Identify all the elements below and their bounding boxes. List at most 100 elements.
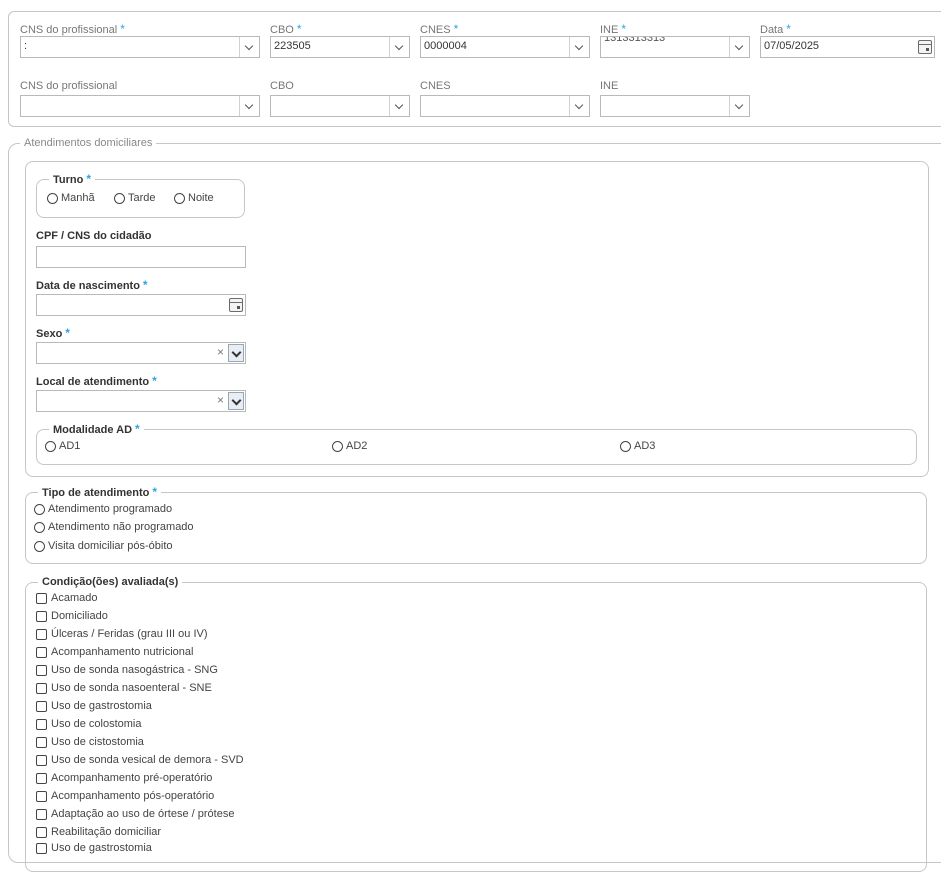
data-label: Data * — [760, 22, 791, 36]
cnes-select[interactable]: 0000004 — [420, 36, 590, 58]
condicao-reabilitacao-checkbox[interactable]: Reabilitação domiciliar — [36, 826, 161, 838]
condicao-ortese-checkbox[interactable]: Adaptação ao uso de órtese / prótese — [36, 808, 234, 820]
chevron-down-icon[interactable] — [569, 37, 589, 57]
radio-circle-icon — [34, 540, 45, 552]
checkbox-icon — [36, 808, 47, 820]
radio-label: Visita domiciliar pós-óbito — [48, 540, 173, 552]
tipo-programado-radio[interactable]: Atendimento programado — [34, 503, 172, 515]
cbo-label: CBO * — [270, 22, 302, 36]
tipo-pos-obito-radio[interactable]: Visita domiciliar pós-óbito — [34, 540, 173, 552]
condicao-cistostomia-checkbox[interactable]: Uso de cistostomia — [36, 736, 144, 748]
sexo-label: Sexo * — [36, 326, 70, 340]
calendar-icon[interactable] — [918, 40, 932, 54]
checkbox-icon — [36, 682, 47, 694]
condicao-acamado-checkbox[interactable]: Acamado — [36, 592, 97, 604]
radio-circle-icon — [332, 440, 343, 452]
tipo-atendimento-legend: Tipo de atendimento * — [38, 485, 162, 499]
checkbox-label: Úlceras / Feridas (grau III ou IV) — [51, 628, 208, 640]
chevron-down-icon[interactable] — [729, 96, 749, 116]
sexo-select[interactable]: × — [36, 342, 246, 364]
radio-circle-icon — [174, 192, 185, 204]
radio-circle-icon — [114, 192, 125, 204]
turno-manha-radio[interactable]: Manhã — [47, 192, 95, 204]
checkbox-icon — [36, 610, 47, 622]
condicao-colostomia-checkbox[interactable]: Uso de colostomia — [36, 718, 142, 730]
radio-label: Manhã — [61, 192, 95, 204]
checkbox-label: Uso de sonda nasogástrica - SNG — [51, 664, 218, 676]
checkbox-icon — [36, 772, 47, 784]
radio-label: Tarde — [128, 192, 156, 204]
condicao-gastrostomia-checkbox[interactable]: Uso de gastrostomia — [36, 700, 152, 712]
nascimento-input[interactable] — [36, 294, 246, 316]
chevron-down-icon[interactable] — [239, 96, 259, 116]
condicao-gastrostomia-2-checkbox[interactable]: Uso de gastrostomia — [36, 842, 152, 854]
modalidade-ad3-radio[interactable]: AD3 — [620, 440, 655, 452]
data-value: 07/05/2025 — [764, 40, 820, 52]
checkbox-label: Uso de cistostomia — [51, 736, 144, 748]
checkbox-icon — [36, 646, 47, 658]
condicao-nutricional-checkbox[interactable]: Acompanhamento nutricional — [36, 646, 193, 658]
chevron-down-icon[interactable] — [729, 37, 749, 57]
condicao-pre-operatorio-checkbox[interactable]: Acompanhamento pré-operatório — [36, 772, 212, 784]
ine-value: 1313313313 — [604, 36, 666, 44]
cnes-value: 0000004 — [424, 40, 467, 52]
condicao-sne-checkbox[interactable]: Uso de sonda nasoenteral - SNE — [36, 682, 212, 694]
checkbox-label: Acompanhamento pós-operatório — [51, 790, 215, 802]
checkbox-icon — [36, 700, 47, 712]
cns-select-2[interactable] — [20, 95, 260, 117]
local-select[interactable]: × — [36, 390, 246, 412]
checkbox-label: Reabilitação domiciliar — [51, 826, 162, 838]
chevron-down-icon[interactable] — [228, 392, 244, 410]
chevron-down-icon[interactable] — [389, 96, 409, 116]
clear-icon[interactable]: × — [217, 345, 224, 359]
turno-tarde-radio[interactable]: Tarde — [114, 192, 156, 204]
checkbox-icon — [36, 664, 47, 676]
local-label: Local de atendimento * — [36, 374, 157, 388]
cns-label-2: CNS do profissional — [20, 80, 118, 92]
modalidade-legend: Modalidade AD * — [49, 422, 144, 436]
data-input[interactable]: 07/05/2025 — [760, 36, 935, 58]
cns-label: CNS do profissional * — [20, 22, 125, 36]
condicao-svd-checkbox[interactable]: Uso de sonda vesical de demora - SVD — [36, 754, 244, 766]
calendar-icon[interactable] — [229, 298, 243, 312]
checkbox-label: Acompanhamento nutricional — [51, 646, 194, 658]
condicao-domiciliado-checkbox[interactable]: Domiciliado — [36, 610, 108, 622]
turno-noite-radio[interactable]: Noite — [174, 192, 214, 204]
checkbox-icon — [36, 826, 47, 838]
condicao-pos-operatorio-checkbox[interactable]: Acompanhamento pós-operatório — [36, 790, 214, 802]
modalidade-ad1-radio[interactable]: AD1 — [45, 440, 80, 452]
cpf-input[interactable] — [36, 246, 246, 268]
turno-legend: Turno * — [49, 172, 96, 186]
chevron-down-icon[interactable] — [569, 96, 589, 116]
nascimento-label: Data de nascimento * — [36, 278, 148, 292]
checkbox-label: Uso de sonda vesical de demora - SVD — [51, 754, 244, 766]
checkbox-label: Acamado — [51, 592, 98, 604]
chevron-down-icon[interactable] — [228, 344, 244, 362]
cns-select[interactable]: : — [20, 36, 260, 58]
radio-label: Atendimento não programado — [48, 521, 194, 533]
checkbox-icon — [36, 592, 47, 604]
checkbox-label: Acompanhamento pré-operatório — [51, 772, 213, 784]
radio-circle-icon — [47, 192, 58, 204]
checkbox-label: Uso de gastrostomia — [51, 842, 152, 854]
ine-select-2[interactable] — [600, 95, 750, 117]
checkbox-icon — [36, 790, 47, 802]
chevron-down-icon[interactable] — [239, 37, 259, 57]
cnes-label: CNES * — [420, 22, 459, 36]
tipo-nao-programado-radio[interactable]: Atendimento não programado — [34, 521, 194, 533]
ine-select[interactable]: 1313313313 — [600, 36, 750, 58]
clear-icon[interactable]: × — [217, 393, 224, 407]
cpf-label: CPF / CNS do cidadão — [36, 230, 152, 242]
radio-circle-icon — [34, 521, 45, 533]
condicao-ulceras-checkbox[interactable]: Úlceras / Feridas (grau III ou IV) — [36, 628, 208, 640]
cbo-select-2[interactable] — [270, 95, 410, 117]
chevron-down-icon[interactable] — [389, 37, 409, 57]
modalidade-ad2-radio[interactable]: AD2 — [332, 440, 367, 452]
cbo-select[interactable]: 223505 — [270, 36, 410, 58]
condicao-sng-checkbox[interactable]: Uso de sonda nasogástrica - SNG — [36, 664, 218, 676]
checkbox-icon — [36, 736, 47, 748]
cns-value: : — [24, 40, 28, 52]
checkbox-label: Uso de gastrostomia — [51, 700, 152, 712]
cnes-select-2[interactable] — [420, 95, 590, 117]
cbo-label-2: CBO — [270, 80, 294, 92]
